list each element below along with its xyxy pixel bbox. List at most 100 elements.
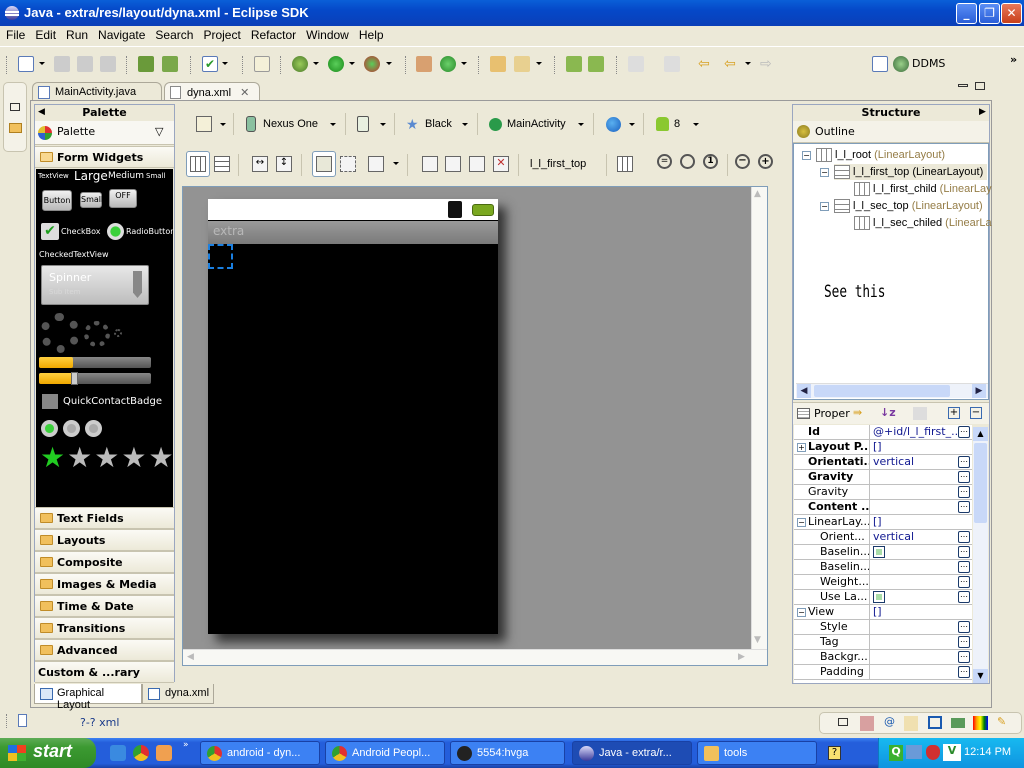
scroll-right-icon[interactable]: ▶ <box>738 652 745 662</box>
assign-weight-button[interactable] <box>469 156 485 172</box>
collapse-icon[interactable]: − <box>797 518 806 527</box>
menu-search[interactable]: Search <box>149 26 197 42</box>
edit-property-button[interactable]: … <box>958 456 970 468</box>
tab-xml-source[interactable]: dyna.xml <box>142 684 214 704</box>
widget-toggle-button[interactable]: OFF <box>109 189 137 208</box>
widget-spinner[interactable]: Spinner Sub Item <box>41 265 149 305</box>
rating-star-icon[interactable]: ★ <box>148 441 173 474</box>
progress-small-icon[interactable] <box>114 329 122 337</box>
fill-height-button[interactable]: ↕ <box>276 156 292 172</box>
property-row[interactable]: Gravity… <box>794 485 972 500</box>
clear-weights-button[interactable]: ✕ <box>493 156 509 172</box>
taskbar-item[interactable]: Android Peopl... <box>325 741 445 765</box>
widget-small-text[interactable]: Small <box>146 172 165 180</box>
minimize-editor-icon[interactable] <box>958 84 968 87</box>
distribute-weights-button[interactable] <box>422 156 438 172</box>
save-icon[interactable] <box>54 56 70 72</box>
restore-icon[interactable] <box>838 718 848 726</box>
locale-dropdown-icon[interactable] <box>629 123 635 126</box>
baseline-toggle[interactable] <box>312 151 336 177</box>
ddms-perspective-button[interactable]: DDMS <box>912 57 945 70</box>
property-value[interactable]: [] <box>873 440 963 454</box>
back-dropdown-icon[interactable] <box>745 62 751 65</box>
edit-property-button[interactable]: … <box>958 531 970 543</box>
property-row[interactable]: Use La...… <box>794 590 972 605</box>
rating-bar[interactable]: ★★★★★ <box>40 441 173 474</box>
activity-dropdown-icon[interactable] <box>578 123 584 126</box>
property-row[interactable]: Padding… <box>794 665 972 680</box>
category-layouts[interactable]: Layouts <box>35 529 174 551</box>
api-level-selector[interactable]: 8 <box>674 118 680 130</box>
rating-star-icon[interactable]: ★ <box>67 441 94 474</box>
taskbar-item[interactable]: 5554:hvga <box>450 741 565 765</box>
edit-property-button[interactable]: … <box>958 471 970 483</box>
property-row[interactable]: Backgr...… <box>794 650 972 665</box>
menu-file[interactable]: File <box>0 26 29 42</box>
zoom-to-fit-icon[interactable]: = <box>657 154 672 169</box>
scroll-left-icon[interactable]: ◀ <box>187 652 194 662</box>
sort-alphabetical-icon[interactable]: ↓z <box>880 406 896 419</box>
previous-annotation-icon[interactable] <box>664 56 680 72</box>
quicklaunch-overflow-icon[interactable]: » <box>183 740 189 750</box>
menu-refactor[interactable]: Refactor <box>245 26 300 42</box>
zoom-in-icon[interactable]: + <box>758 154 773 169</box>
category-form-widgets[interactable]: Form Widgets <box>35 146 174 168</box>
new-class-dropdown-icon[interactable] <box>461 62 467 65</box>
property-row[interactable]: Style… <box>794 620 972 635</box>
expand-all-icon[interactable]: + <box>948 407 960 419</box>
maximize-editor-icon[interactable] <box>975 82 985 90</box>
overflow-chevron-icon[interactable]: » <box>1010 53 1017 66</box>
edit-property-button[interactable]: … <box>958 561 970 573</box>
security-tray-icon[interactable] <box>926 745 940 760</box>
edit-property-button[interactable]: … <box>958 591 970 603</box>
menu-navigate[interactable]: Navigate <box>92 26 149 42</box>
properties-tab[interactable]: Proper ⇛ ↓z + − <box>793 402 989 424</box>
seek-bar[interactable] <box>39 372 151 385</box>
debug-icon[interactable] <box>292 56 308 72</box>
category-time-date[interactable]: Time & Date <box>35 595 174 617</box>
device-dropdown-icon[interactable] <box>330 123 336 126</box>
network-tray-icon[interactable] <box>906 745 922 759</box>
property-value[interactable]: [] <box>873 605 963 619</box>
vertical-layout-toggle[interactable] <box>214 156 230 172</box>
widget-checked-textview[interactable]: CheckedTextView <box>39 250 109 259</box>
edit-property-button[interactable]: … <box>958 486 970 498</box>
tree-node-root[interactable]: l_l_root (LinearLayout) <box>816 147 945 163</box>
checkbox-icon[interactable] <box>873 546 885 558</box>
property-row[interactable]: Baselin...… <box>794 545 972 560</box>
fill-width-button[interactable]: ↔ <box>252 156 268 172</box>
rating-star-icon[interactable]: ★ <box>94 441 121 474</box>
scrollbar-thumb[interactable] <box>974 443 987 523</box>
canvas-horizontal-scrollbar[interactable]: ◀ ▶ <box>183 649 767 665</box>
collapse-icon[interactable]: − <box>797 608 806 617</box>
canvas-vertical-scrollbar[interactable]: ▲ ▼ <box>751 187 767 649</box>
show-defaults-icon[interactable] <box>913 407 927 420</box>
close-tab-icon[interactable]: ✕ <box>240 87 249 99</box>
console-icon[interactable] <box>928 716 942 729</box>
device-selector[interactable]: Nexus One <box>263 118 318 130</box>
outlook-quicklaunch-icon[interactable] <box>156 745 172 761</box>
tree-node-first-top[interactable]: l_l_first_top (LinearLayout) <box>834 164 988 180</box>
chrome-quicklaunch-icon[interactable] <box>133 745 149 761</box>
lint-dropdown-icon[interactable] <box>222 62 228 65</box>
widget-textview[interactable]: TextView <box>38 172 69 180</box>
property-row[interactable]: Tag… <box>794 635 972 650</box>
property-value[interactable]: vertical <box>873 455 963 469</box>
property-value[interactable]: @+id/l_l_first_... <box>873 425 963 439</box>
progress-large-icon[interactable] <box>40 313 80 353</box>
vmware-tray-icon[interactable]: V <box>943 744 961 761</box>
property-row[interactable]: Orient... vertical… <box>794 530 972 545</box>
zoom-out-icon[interactable]: − <box>735 154 750 169</box>
javadoc-icon[interactable] <box>904 716 918 731</box>
property-row[interactable]: Layout P... +[] <box>794 440 972 455</box>
new-package-icon[interactable] <box>416 56 432 72</box>
property-value[interactable] <box>873 590 963 606</box>
restore-button[interactable]: ❐ <box>979 3 1000 24</box>
widget-quick-contact-badge[interactable]: QuickContactBadge <box>63 396 162 407</box>
checkbox-icon[interactable] <box>873 591 885 603</box>
debug-dropdown-icon[interactable] <box>313 62 319 65</box>
next-annotation-icon[interactable] <box>628 56 644 72</box>
collapse-icon[interactable]: − <box>820 202 829 211</box>
scroll-down-icon[interactable]: ▼ <box>973 669 988 683</box>
email-at-icon[interactable]: @ <box>884 715 895 728</box>
